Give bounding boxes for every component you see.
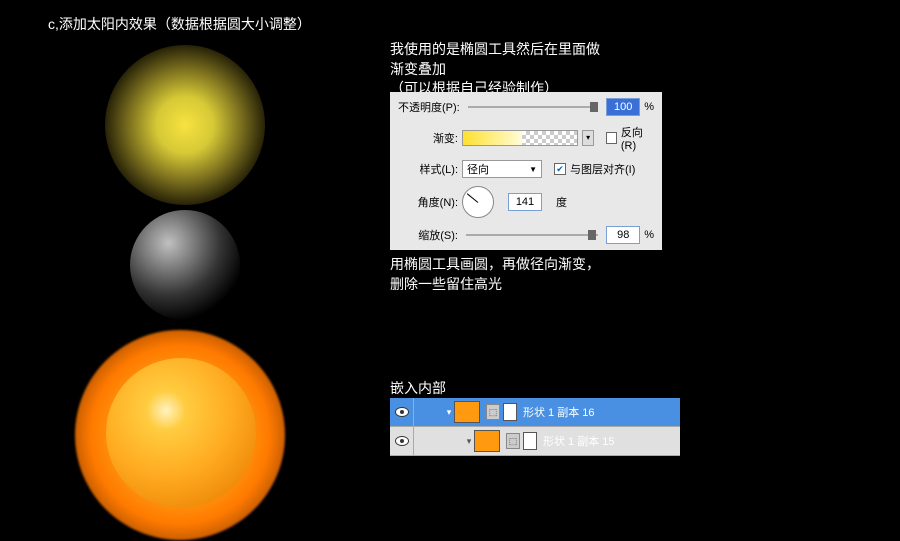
opacity-label: 不透明度(P): bbox=[398, 99, 460, 115]
opacity-row: 不透明度(P): 100 % bbox=[390, 94, 662, 120]
sun-core bbox=[106, 358, 256, 508]
gradient-label: 渐变: bbox=[398, 130, 458, 146]
scale-input[interactable]: 98 bbox=[606, 226, 640, 244]
opacity-input[interactable]: 100 bbox=[606, 98, 640, 116]
mask-thumbnail bbox=[523, 432, 537, 450]
scale-row: 缩放(S): 98 % bbox=[390, 222, 662, 248]
visibility-eye-icon[interactable] bbox=[395, 436, 409, 446]
layer-row-2[interactable]: ▾ ⬚ 形状 1 副本 15 bbox=[390, 427, 680, 456]
angle-label: 角度(N): bbox=[398, 194, 458, 210]
style-value: 径向 bbox=[467, 161, 489, 177]
opacity-unit: % bbox=[644, 101, 654, 113]
gray-highlight-sphere bbox=[130, 210, 240, 320]
angle-input[interactable]: 141 bbox=[508, 193, 542, 211]
section-title: c,添加太阳内效果（数据根据圆大小调整） bbox=[48, 14, 311, 34]
description-3: 嵌入内部 bbox=[390, 378, 446, 398]
angle-dial[interactable] bbox=[462, 186, 494, 218]
scale-label: 缩放(S): bbox=[398, 227, 458, 243]
link-icon[interactable]: ⬚ bbox=[486, 404, 500, 420]
description-2: 用椭圆工具画圆，再做径向渐变， 删除一些留住高光 bbox=[390, 255, 600, 294]
mask-thumbnail bbox=[503, 403, 517, 421]
layer-thumbnail bbox=[454, 401, 480, 423]
align-label: 与图层对齐(I) bbox=[570, 161, 635, 177]
gradient-overlay-panel: 不透明度(P): 100 % 渐变: ▾ 反向(R) 样式(L): 径向 ▼ ✔… bbox=[390, 92, 662, 250]
reverse-checkbox[interactable] bbox=[606, 132, 617, 144]
layer-thumbnail bbox=[474, 430, 500, 452]
clip-arrow-icon: ▾ bbox=[444, 407, 454, 418]
description-1: 我使用的是椭圆工具然后在里面做 渐变叠加 （可以根据自己经验制作） bbox=[390, 40, 600, 99]
gradient-preview[interactable] bbox=[462, 130, 578, 146]
layer-name-2: 形状 1 副本 15 bbox=[543, 433, 615, 449]
style-dropdown[interactable]: 径向 ▼ bbox=[462, 160, 542, 178]
visibility-eye-icon[interactable] bbox=[395, 407, 409, 417]
clip-arrow-icon: ▾ bbox=[464, 436, 474, 447]
angle-unit: 度 bbox=[556, 194, 567, 210]
scale-slider[interactable] bbox=[466, 234, 598, 236]
gradient-dropdown-button[interactable]: ▾ bbox=[582, 130, 595, 146]
layer-row-1[interactable]: ▾ ⬚ 形状 1 副本 16 bbox=[390, 398, 680, 427]
angle-row: 角度(N): 141 度 bbox=[390, 182, 662, 222]
layer-name-1: 形状 1 副本 16 bbox=[523, 404, 595, 420]
layers-panel: ▾ ⬚ 形状 1 副本 16 ▾ ⬚ 形状 1 副本 15 bbox=[390, 398, 680, 456]
gradient-row: 渐变: ▾ 反向(R) bbox=[390, 120, 662, 156]
align-checkbox[interactable]: ✔ bbox=[554, 163, 566, 175]
yellow-glow-sphere bbox=[105, 45, 265, 205]
reverse-label: 反向(R) bbox=[621, 124, 654, 152]
style-row: 样式(L): 径向 ▼ ✔ 与图层对齐(I) bbox=[390, 156, 662, 182]
scale-unit: % bbox=[644, 229, 654, 241]
link-icon[interactable]: ⬚ bbox=[506, 433, 520, 449]
chevron-down-icon: ▼ bbox=[529, 165, 537, 174]
style-label: 样式(L): bbox=[398, 161, 458, 177]
opacity-slider[interactable] bbox=[468, 106, 598, 108]
